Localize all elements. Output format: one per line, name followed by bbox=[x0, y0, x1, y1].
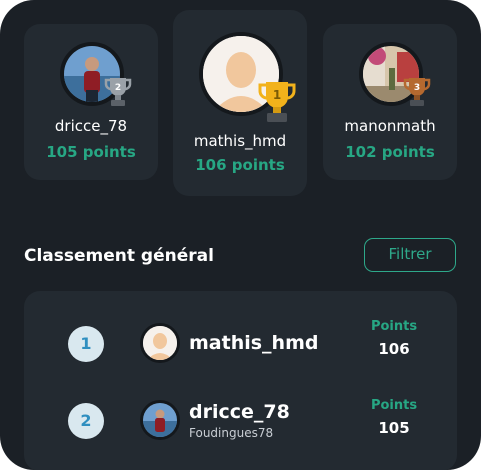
podium-card-third[interactable]: 3 manonmath 102 points bbox=[323, 24, 457, 180]
points-label: Points bbox=[370, 319, 418, 334]
points-value: 105 bbox=[378, 419, 410, 437]
trophy-place-number: 2 bbox=[115, 83, 121, 93]
rank-badge: 1 bbox=[68, 326, 104, 362]
bronze-trophy-icon: 3 bbox=[403, 76, 431, 112]
podium-card-first[interactable]: 1 mathis_hmd 106 points bbox=[173, 10, 307, 196]
rank-badge: 2 bbox=[68, 403, 104, 439]
podium-points: 102 points bbox=[345, 143, 435, 161]
podium-card-second[interactable]: 2 dricce_78 105 points bbox=[24, 24, 158, 180]
leaderboard-screen: 2 dricce_78 105 points 1 mathis_hmd 106 … bbox=[0, 0, 481, 470]
gold-trophy-icon: 1 bbox=[257, 80, 297, 128]
filter-button[interactable]: Filtrer bbox=[364, 238, 456, 272]
points-value: 106 bbox=[378, 340, 410, 358]
row-username: mathis_hmd bbox=[189, 332, 319, 354]
silver-trophy-icon: 2 bbox=[104, 76, 132, 112]
points-label: Points bbox=[370, 398, 418, 413]
list-item[interactable]: 1 mathis_hmd Points 106 bbox=[24, 313, 457, 373]
row-username: dricce_78 bbox=[189, 401, 290, 423]
podium-username: manonmath bbox=[344, 117, 436, 135]
trophy-place-number: 1 bbox=[273, 88, 281, 102]
podium-username: dricce_78 bbox=[54, 117, 128, 135]
podium-points: 106 points bbox=[195, 156, 285, 174]
avatar bbox=[140, 323, 180, 363]
ranking-list: 1 mathis_hmd Points 106 2 dricce_78 Foud… bbox=[24, 291, 457, 470]
podium-points: 105 points bbox=[46, 143, 136, 161]
ranking-title: Classement général bbox=[24, 246, 214, 266]
list-item[interactable]: 2 dricce_78 Foudingues78 Points 105 bbox=[24, 391, 457, 451]
trophy-place-number: 3 bbox=[414, 83, 420, 93]
podium-username: mathis_hmd bbox=[193, 132, 287, 150]
avatar bbox=[140, 400, 180, 440]
